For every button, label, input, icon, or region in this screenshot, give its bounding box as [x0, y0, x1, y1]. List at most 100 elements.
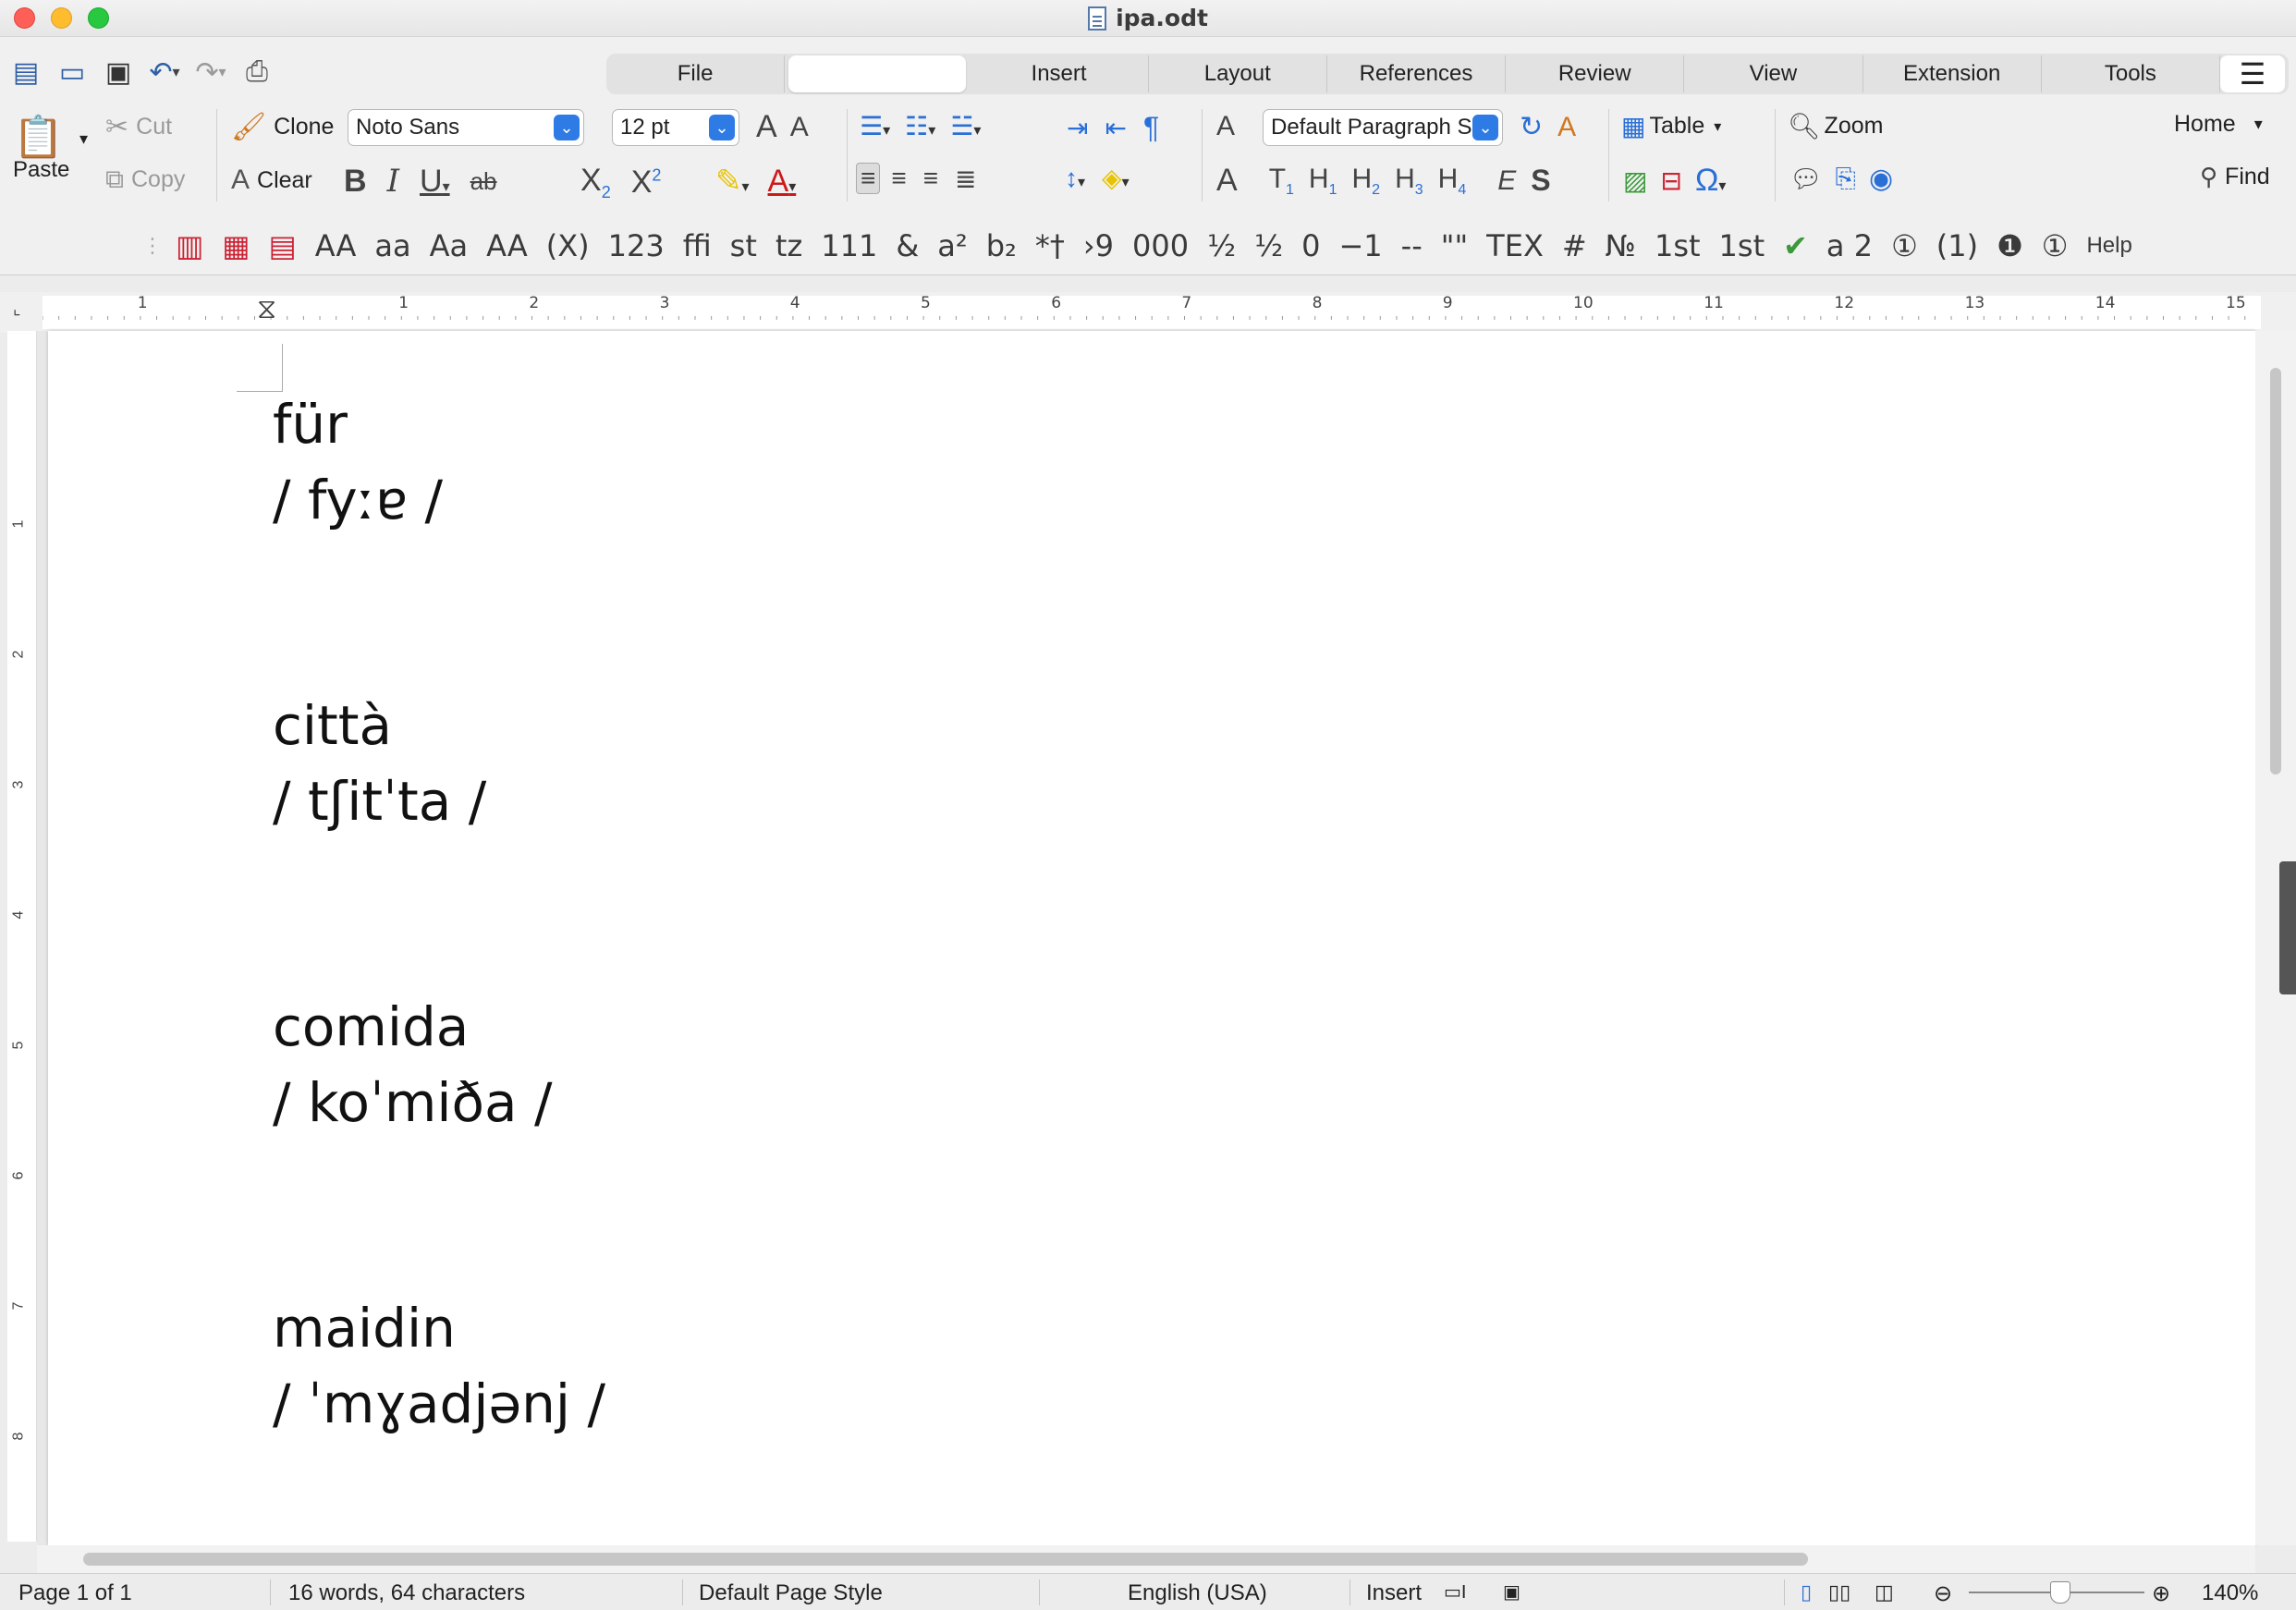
document-page[interactable]: für / fyːɐ / città / tʃitˈta / comida / …: [48, 331, 2255, 1545]
typo-item[interactable]: ›9: [1074, 228, 1123, 263]
word-text[interactable]: città: [273, 688, 605, 763]
paragraph-background-icon[interactable]: ◈▾: [1102, 163, 1130, 193]
page-style[interactable]: Default Page Style: [699, 1580, 883, 1606]
tab-file[interactable]: File: [606, 55, 786, 92]
word-count[interactable]: 16 words, 64 characters: [288, 1580, 525, 1606]
help-link[interactable]: Help: [2077, 233, 2141, 259]
sidebar-icon-3[interactable]: ▤: [259, 228, 305, 263]
text-language[interactable]: English (USA): [1128, 1580, 1267, 1606]
align-center-icon[interactable]: ≡: [885, 164, 911, 193]
typo-item[interactable]: ½: [1245, 228, 1292, 263]
typo-item[interactable]: ❶: [1987, 228, 2033, 263]
ipa-text[interactable]: / tʃitˈta /: [273, 763, 605, 839]
typo-item[interactable]: 1st: [1645, 228, 1710, 263]
chevron-down-icon[interactable]: ⌄: [554, 115, 580, 140]
find-button[interactable]: ⚲ Find: [2200, 163, 2270, 191]
vertical-scrollbar[interactable]: [2255, 331, 2296, 1545]
clear-formatting-button[interactable]: A Clear: [231, 165, 312, 196]
checkmark-icon[interactable]: ✔: [1774, 228, 1817, 263]
book-view-icon[interactable]: ◫: [1875, 1580, 1894, 1604]
typo-item[interactable]: *†: [1026, 228, 1074, 263]
tab-tools[interactable]: Tools: [2042, 55, 2220, 92]
increase-indent-icon[interactable]: ⇥: [1067, 113, 1088, 143]
zoom-in-icon[interactable]: ⊕: [2152, 1580, 2170, 1607]
paste-dropdown-icon[interactable]: ▾: [79, 129, 88, 149]
new-style-icon[interactable]: A: [1557, 112, 1576, 143]
page-count[interactable]: Page 1 of 1: [18, 1580, 132, 1606]
tab-references[interactable]: References: [1327, 55, 1507, 92]
word-text[interactable]: maidin: [273, 1290, 605, 1366]
typo-item[interactable]: AA: [306, 228, 366, 263]
subscript-icon[interactable]: X2: [580, 163, 611, 202]
navigator-icon[interactable]: ◉: [1869, 163, 1893, 195]
strikethrough-icon[interactable]: ab: [470, 167, 497, 196]
typo-item[interactable]: 0: [1292, 228, 1329, 263]
chevron-down-icon[interactable]: ⌄: [709, 115, 735, 140]
single-page-view-icon[interactable]: ▯: [1801, 1580, 1812, 1604]
default-char-style-icon[interactable]: A: [1216, 163, 1238, 199]
horizontal-scroll-thumb[interactable]: [83, 1553, 1808, 1566]
underline-icon[interactable]: U▾: [420, 164, 450, 200]
tab-review[interactable]: Review: [1506, 55, 1685, 92]
update-style-icon[interactable]: ↻: [1520, 111, 1543, 143]
outline-list-icon[interactable]: ☱▾: [950, 111, 981, 141]
typo-item[interactable]: aa: [365, 228, 420, 263]
typo-item[interactable]: ½: [1198, 228, 1245, 263]
numbered-list-icon[interactable]: ☷▾: [905, 111, 935, 141]
justify-icon[interactable]: ≣: [949, 164, 982, 194]
cut-button[interactable]: ✂ Cut: [105, 111, 172, 143]
typo-item[interactable]: AA: [477, 228, 537, 263]
insert-mode[interactable]: Insert: [1366, 1580, 1422, 1606]
typo-item[interactable]: №: [1596, 228, 1645, 263]
document-modified-icon[interactable]: ▣: [1503, 1580, 1520, 1604]
vertical-scroll-thumb[interactable]: [2270, 368, 2281, 775]
sidebar-toggle-tab[interactable]: [2279, 861, 2296, 994]
typo-item[interactable]: TEX: [1477, 228, 1553, 263]
tab-extension[interactable]: Extension: [1863, 55, 2042, 92]
ipa-text[interactable]: / koˈmiða /: [273, 1065, 605, 1140]
ipa-text[interactable]: / fyːɐ /: [273, 462, 605, 538]
word-text[interactable]: für: [273, 386, 605, 462]
typo-item[interactable]: "": [1432, 228, 1477, 263]
copy-button[interactable]: ⧉ Copy: [105, 165, 185, 195]
heading-4-icon[interactable]: H4: [1438, 164, 1467, 199]
bold-icon[interactable]: B: [344, 164, 367, 200]
typo-item[interactable]: tz: [766, 228, 812, 263]
strong-style-icon[interactable]: S: [1531, 164, 1550, 198]
tab-stop-selector-icon[interactable]: ⌞: [13, 299, 20, 319]
comment-icon[interactable]: 💬︎: [1789, 164, 1823, 194]
ipa-text[interactable]: / ˈmɣadjənj /: [273, 1366, 605, 1442]
bullet-list-icon[interactable]: ☰▾: [860, 111, 890, 141]
typo-item[interactable]: ①: [2033, 228, 2078, 263]
typo-item[interactable]: −1: [1329, 228, 1391, 263]
home-menu-button[interactable]: Home ▾: [2174, 111, 2263, 138]
shrink-font-icon[interactable]: A: [790, 112, 809, 143]
typo-item[interactable]: (1): [1927, 228, 1987, 263]
print-icon[interactable]: ⎙: [240, 55, 274, 89]
special-character-icon[interactable]: Ω▾: [1695, 163, 1726, 199]
typo-item[interactable]: #: [1553, 228, 1596, 263]
hamburger-menu-icon[interactable]: ☰: [2219, 55, 2285, 92]
save-icon[interactable]: ▣: [102, 55, 135, 89]
page-break-icon[interactable]: ⊟: [1660, 165, 1681, 196]
zoom-out-icon[interactable]: ⊖: [1934, 1580, 1952, 1607]
align-left-icon[interactable]: ≡: [856, 163, 881, 194]
document-text[interactable]: für / fyːɐ / città / tʃitˈta / comida / …: [273, 386, 605, 1592]
tab-view[interactable]: View: [1684, 55, 1863, 92]
indent-marker-icon[interactable]: ⧖: [257, 296, 276, 323]
title-style-icon[interactable]: T1: [1269, 164, 1294, 199]
chevron-down-icon[interactable]: ⌄: [1472, 115, 1498, 140]
print-preview-icon[interactable]: ⎘: [1836, 164, 1856, 194]
image-icon[interactable]: ▨: [1623, 165, 1647, 196]
tab-home[interactable]: [788, 55, 967, 92]
highlight-color-icon[interactable]: ✎▾: [715, 163, 750, 200]
horizontal-scrollbar[interactable]: [37, 1545, 2255, 1573]
font-color-icon[interactable]: A▾: [768, 164, 797, 200]
zoom-button[interactable]: 🔍︎ Zoom: [1788, 111, 1883, 141]
open-folder-icon[interactable]: ▭: [55, 55, 89, 89]
zoom-percentage[interactable]: 140%: [2202, 1580, 2258, 1606]
typo-item[interactable]: st: [721, 228, 766, 263]
typo-item[interactable]: ①: [1882, 228, 1927, 263]
heading-2-icon[interactable]: H2: [1352, 164, 1381, 199]
zoom-slider-thumb[interactable]: [2050, 1581, 2070, 1604]
